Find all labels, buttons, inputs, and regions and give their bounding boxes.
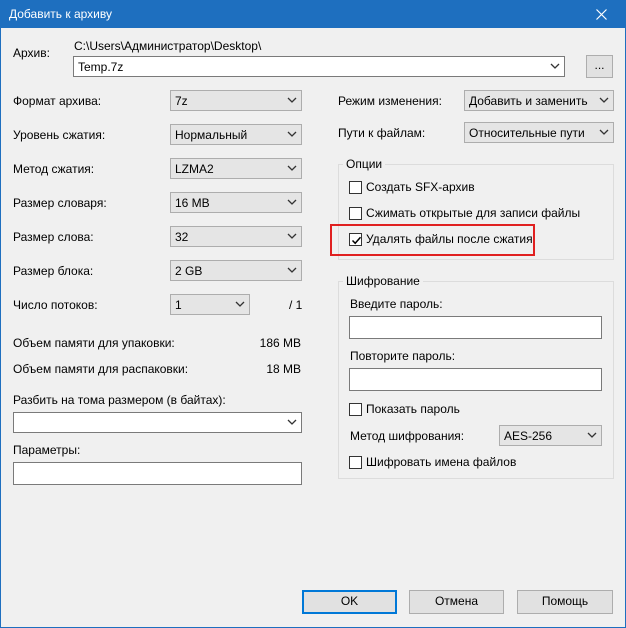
dict-label: Размер словаря: [13,196,107,210]
word-select[interactable]: 32 [170,226,302,247]
format-select[interactable]: 7z [170,90,302,111]
level-label: Уровень сжатия: [13,128,106,142]
close-button[interactable] [579,1,625,28]
format-value: 7z [175,94,188,108]
path-mode-select[interactable]: Относительные пути [464,122,614,143]
update-mode-label: Режим изменения: [338,94,442,108]
cancel-button[interactable]: Отмена [409,590,504,614]
repeat-password-label: Повторите пароль: [350,349,456,363]
compress-shared-checkbox[interactable] [349,207,362,220]
browse-button[interactable]: ... [586,55,613,78]
archive-name-combobox[interactable]: Temp.7z [73,56,565,77]
params-label: Параметры: [13,443,81,457]
show-password-label: Показать пароль [366,402,460,416]
sfx-checkbox[interactable] [349,181,362,194]
params-input[interactable] [13,462,302,485]
method-select[interactable]: LZMA2 [170,158,302,179]
chevron-down-icon [287,199,297,205]
mem-pack-label: Объем памяти для упаковки: [13,336,175,350]
mem-pack-value: 186 MB [259,336,301,350]
format-label: Формат архива: [13,94,102,108]
help-button[interactable]: Помощь [517,590,613,614]
update-mode-select[interactable]: Добавить и заменить [464,90,614,111]
mem-unpack-value: 18 MB [266,362,301,376]
level-select[interactable]: Нормальный [170,124,302,145]
chevron-down-icon [287,165,297,171]
chevron-down-icon [287,267,297,273]
encryption-method-value: AES-256 [504,429,553,443]
archive-path: C:\Users\Администратор\Desktop\ [74,39,262,53]
chevron-down-icon [599,129,609,135]
encryption-group-title: Шифрование [343,274,423,289]
chevron-down-icon [235,301,245,307]
threads-value: 1 [175,298,182,312]
word-value: 32 [175,230,189,244]
chevron-down-icon [287,233,297,239]
word-label: Размер слова: [13,230,94,244]
threads-max: / 1 [289,298,303,312]
sfx-label: Создать SFX-архив [366,180,475,194]
archive-label: Архив: [13,46,50,60]
options-group-title: Опции [343,157,386,172]
password-label: Введите пароль: [350,297,443,311]
chevron-down-icon [587,432,597,438]
dict-value: 16 MB [175,196,210,210]
dict-select[interactable]: 16 MB [170,192,302,213]
chevron-down-icon [599,97,609,103]
chevron-down-icon [287,419,297,425]
encryption-method-label: Метод шифрования: [350,429,465,443]
add-to-archive-dialog: Добавить к архиву Архив: C:\Users\Админи… [0,0,626,628]
highlight-box [330,224,535,256]
update-mode-value: Добавить и заменить [469,94,588,108]
encrypt-names-checkbox[interactable] [349,456,362,469]
block-select[interactable]: 2 GB [170,260,302,281]
close-icon [596,9,607,20]
method-label: Метод сжатия: [13,162,95,176]
compress-shared-label: Сжимать открытые для записи файлы [366,206,581,220]
chevron-down-icon [287,97,297,103]
mem-unpack-label: Объем памяти для распаковки: [13,362,189,376]
split-volume-combobox[interactable] [13,412,302,433]
level-value: Нормальный [175,128,248,142]
threads-label: Число потоков: [13,298,98,312]
block-value: 2 GB [175,264,203,278]
chevron-down-icon [287,131,297,137]
threads-select[interactable]: 1 [170,294,250,315]
title-bar: Добавить к архиву [1,1,625,28]
ok-button[interactable]: OK [302,590,397,614]
password-input[interactable] [349,316,602,339]
path-mode-value: Относительные пути [469,126,585,140]
repeat-password-input[interactable] [349,368,602,391]
chevron-down-icon [550,63,560,69]
archive-name-value: Temp.7z [78,60,124,74]
encrypt-names-label: Шифровать имена файлов [366,455,517,469]
block-label: Размер блока: [13,264,94,278]
window-title: Добавить к архиву [9,7,112,21]
show-password-checkbox[interactable] [349,403,362,416]
method-value: LZMA2 [175,162,214,176]
split-label: Разбить на тома размером (в байтах): [13,393,226,407]
path-mode-label: Пути к файлам: [338,126,426,140]
encryption-method-select[interactable]: AES-256 [499,425,602,446]
